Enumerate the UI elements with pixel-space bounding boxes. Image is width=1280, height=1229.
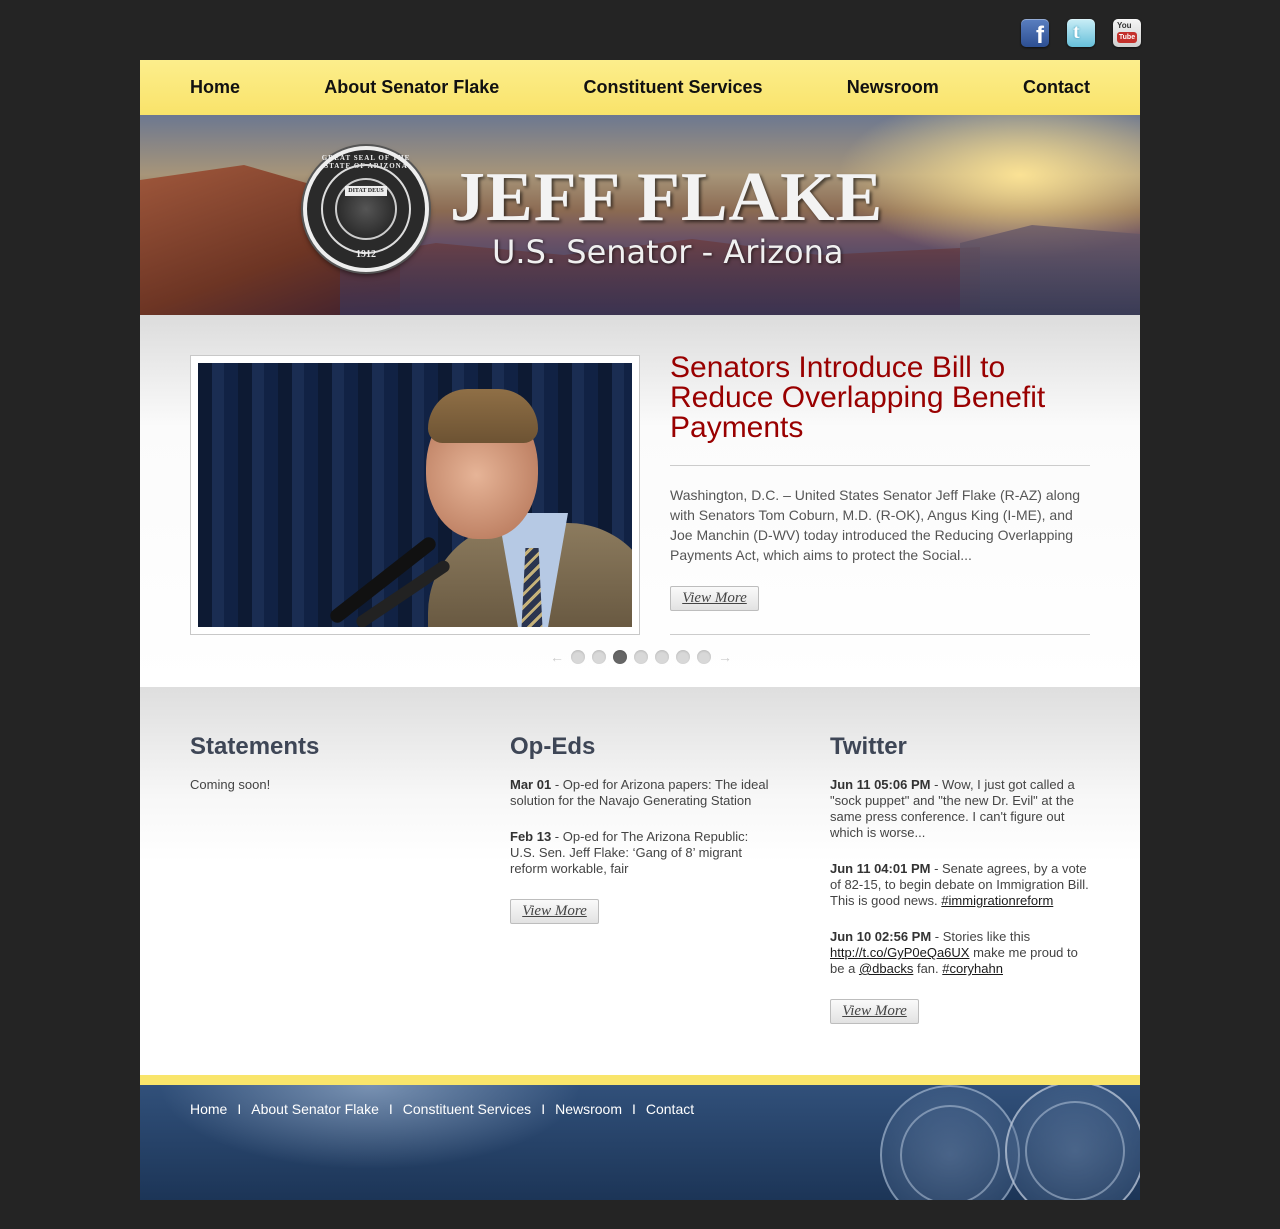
pager-dot[interactable]	[571, 650, 585, 664]
twitter-view-more-button[interactable]: View More	[830, 999, 919, 1024]
page-container: Home About Senator Flake Constituent Ser…	[140, 60, 1140, 1200]
pager-dot[interactable]	[676, 650, 690, 664]
pager-dot-active[interactable]	[613, 650, 627, 664]
arizona-seal-footer-logo	[1005, 1085, 1140, 1200]
pager-dot[interactable]	[592, 650, 606, 664]
footer-separator: I	[388, 1101, 393, 1117]
featured-view-more-button[interactable]: View More	[670, 586, 759, 611]
seal-motto: DITAT DEUS	[345, 186, 387, 196]
us-senate-seal-logo	[880, 1085, 1020, 1200]
oped-item[interactable]: Feb 13 - Op-ed for The Arizona Republic:…	[510, 829, 770, 877]
slider-pager: ← →	[550, 650, 732, 664]
featured-headline[interactable]: Senators Introduce Bill to Reduce Overla…	[670, 353, 1070, 443]
tweet-text: fan.	[916, 961, 939, 976]
statements-heading: Statements	[190, 733, 320, 760]
tweet: Jun 10 02:56 PM - Stories like this http…	[830, 929, 1078, 976]
tweet-hashtag[interactable]: #immigrationreform	[941, 893, 1053, 908]
footer-nav-home[interactable]: Home	[190, 1101, 227, 1117]
arizona-seal-logo: GREAT SEAL OF THE STATE OF ARIZONA DITAT…	[303, 146, 429, 272]
photo-hair	[428, 389, 538, 443]
footer-nav-contact[interactable]: Contact	[646, 1101, 694, 1117]
tweet-date: Jun 10 02:56 PM	[830, 929, 932, 944]
statements-column: Statements Coming soon!	[190, 733, 450, 793]
header-banner: GREAT SEAL OF THE STATE OF ARIZONA DITAT…	[140, 115, 1140, 315]
oped-date: Mar 01	[510, 777, 552, 792]
nav-newsroom[interactable]: Newsroom	[847, 77, 939, 98]
tweet-link[interactable]: http://t.co/GyP0eQa6UX	[830, 945, 969, 960]
tweet-text: Stories like this	[942, 929, 1031, 944]
seal-year: 1912	[356, 249, 376, 260]
tweet: Jun 11 04:01 PM - Senate agrees, by a vo…	[830, 861, 1089, 908]
tweet-date: Jun 11 04:01 PM	[830, 861, 931, 876]
tweet-date: Jun 11 05:06 PM	[830, 777, 931, 792]
footer-nav: Home I About Senator Flake I Constituent…	[190, 1101, 694, 1117]
featured-story: Senators Introduce Bill to Reduce Overla…	[140, 315, 1140, 687]
main-nav: Home About Senator Flake Constituent Ser…	[140, 60, 1140, 115]
divider	[670, 465, 1090, 466]
site-title: JEFF FLAKE	[450, 159, 884, 236]
social-links: f t You Tube	[1021, 19, 1141, 47]
footer-separator: I	[541, 1101, 546, 1117]
statements-text: Coming soon!	[190, 777, 271, 792]
facebook-icon[interactable]: f	[1021, 19, 1049, 47]
tweet-hashtag[interactable]: #coryhahn	[942, 961, 1003, 976]
tweet: Jun 11 05:06 PM - Wow, I just got called…	[830, 777, 1075, 840]
footer-nav-constituent-services[interactable]: Constituent Services	[403, 1101, 531, 1117]
twitter-column: Twitter Jun 11 05:06 PM - Wow, I just go…	[830, 733, 1090, 1024]
prev-arrow-icon[interactable]: ←	[550, 650, 564, 664]
oped-date: Feb 13	[510, 829, 552, 844]
opeds-heading: Op-Eds	[510, 733, 596, 760]
featured-photo[interactable]	[198, 363, 632, 627]
nav-constituent-services[interactable]: Constituent Services	[583, 77, 762, 98]
canyon-rock-right	[960, 225, 1140, 315]
pager-dot[interactable]	[697, 650, 711, 664]
twitter-heading: Twitter	[830, 733, 907, 760]
footer-nav-newsroom[interactable]: Newsroom	[555, 1101, 622, 1117]
footer-stripe	[140, 1075, 1140, 1085]
youtube-icon[interactable]: You Tube	[1113, 19, 1141, 47]
footer-separator: I	[631, 1101, 636, 1117]
footer: Home I About Senator Flake I Constituent…	[140, 1085, 1140, 1200]
oped-item[interactable]: Mar 01 - Op-ed for Arizona papers: The i…	[510, 777, 770, 809]
footer-separator: I	[237, 1101, 242, 1117]
nav-home[interactable]: Home	[190, 77, 240, 98]
opeds-column: Op-Eds Mar 01 - Op-ed for Arizona papers…	[510, 733, 770, 924]
site-subtitle: U.S. Senator - Arizona	[492, 233, 844, 271]
opeds-view-more-button[interactable]: View More	[510, 899, 599, 924]
nav-contact[interactable]: Contact	[1023, 77, 1090, 98]
pager-dot[interactable]	[634, 650, 648, 664]
content-columns: Statements Coming soon! Op-Eds Mar 01 - …	[140, 687, 1140, 1075]
pager-dot[interactable]	[655, 650, 669, 664]
tweet-mention[interactable]: @dbacks	[859, 961, 913, 976]
featured-summary: Washington, D.C. – United States Senator…	[670, 487, 1081, 563]
next-arrow-icon[interactable]: →	[718, 650, 732, 664]
nav-about[interactable]: About Senator Flake	[324, 77, 499, 98]
featured-photo-frame	[190, 355, 640, 635]
footer-nav-about[interactable]: About Senator Flake	[251, 1101, 379, 1117]
divider	[670, 634, 1090, 635]
twitter-icon[interactable]: t	[1067, 19, 1095, 47]
